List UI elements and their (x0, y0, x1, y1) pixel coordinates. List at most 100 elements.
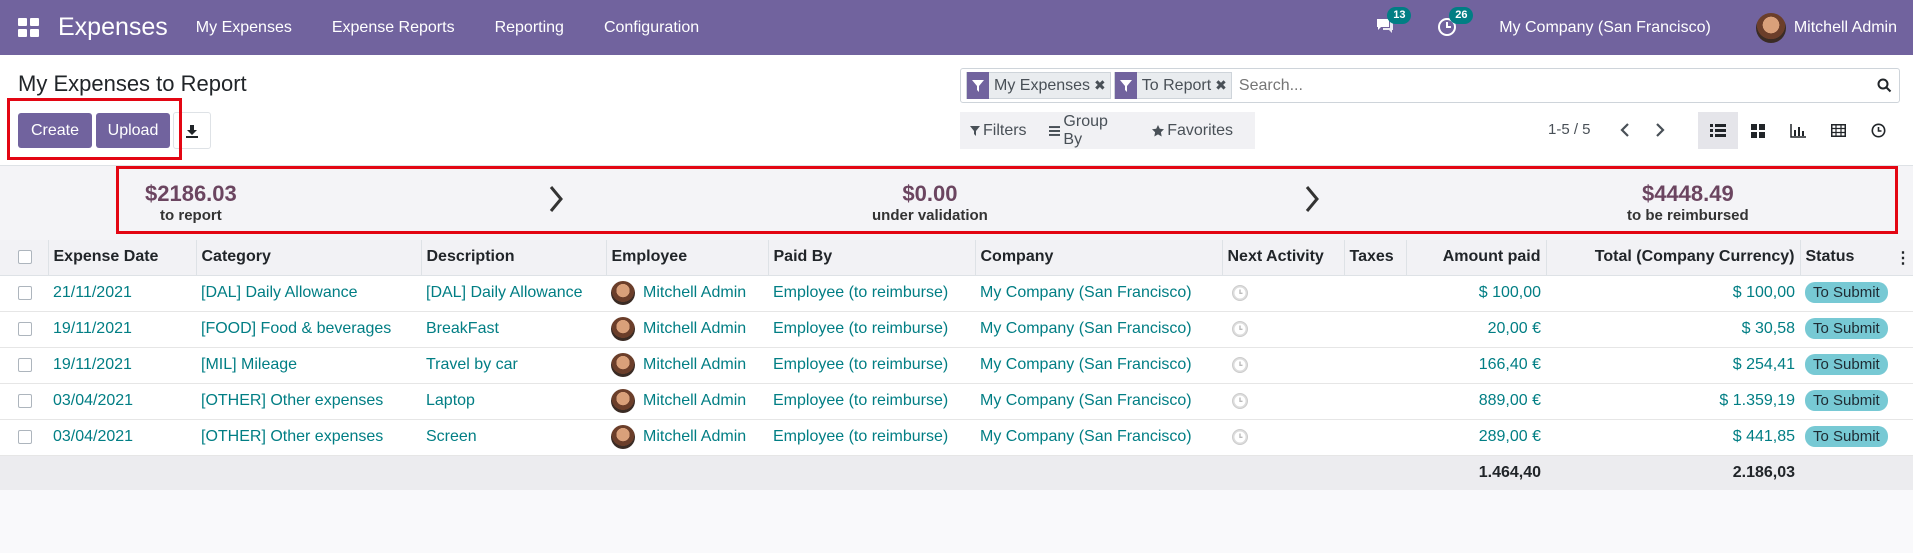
description[interactable]: Travel by car (421, 347, 606, 384)
table-row[interactable]: 19/11/2021 [FOOD] Food & beverages BreakFa… (0, 311, 1913, 348)
total-company-currency[interactable]: $ 100,00 (1546, 275, 1800, 312)
search-icon[interactable] (1869, 78, 1899, 93)
paid-by[interactable]: Employee (to reimburse) (768, 311, 975, 348)
pager-next[interactable] (1650, 120, 1670, 140)
column-header[interactable]: Taxes (1344, 240, 1407, 276)
row-checkbox[interactable] (18, 393, 32, 408)
description[interactable]: Screen (421, 419, 606, 456)
pivot-view-button[interactable] (1818, 112, 1858, 149)
column-header[interactable]: Description (421, 240, 607, 276)
next-activity[interactable] (1222, 275, 1344, 312)
expense-date[interactable]: 21/11/2021 (48, 275, 196, 312)
company[interactable]: My Company (San Francisco) (975, 275, 1222, 312)
expense-date[interactable]: 19/11/2021 (48, 311, 196, 348)
menu-configuration[interactable]: Configuration (604, 19, 699, 37)
description[interactable]: BreakFast (421, 311, 606, 348)
paid-by[interactable]: Employee (to reimburse) (768, 347, 975, 384)
messages-button[interactable]: 13 (1375, 6, 1412, 39)
row-select[interactable] (0, 383, 48, 420)
category[interactable]: [DAL] Daily Allowance (196, 275, 421, 312)
close-icon[interactable]: ✖ (1094, 77, 1106, 94)
column-header[interactable]: Next Activity (1222, 240, 1345, 276)
clock-icon[interactable] (1231, 428, 1249, 446)
company-switcher[interactable]: My Company (San Francisco) (1499, 19, 1711, 37)
filters-dropdown[interactable]: Filters (970, 122, 1027, 140)
menu-expense-reports[interactable]: Expense Reports (332, 19, 455, 37)
search-input[interactable] (1234, 76, 1869, 95)
activities-button[interactable]: 26 (1437, 6, 1474, 39)
column-header[interactable]: Company (975, 240, 1223, 276)
pager-value[interactable]: 1-5 / 5 (1548, 121, 1591, 138)
category[interactable]: [FOOD] Food & beverages (196, 311, 421, 348)
category[interactable]: [OTHER] Other expenses (196, 419, 421, 456)
select-all[interactable] (0, 240, 49, 276)
expense-date[interactable]: 03/04/2021 (48, 383, 196, 420)
select-all-checkbox[interactable] (18, 250, 32, 265)
paid-by[interactable]: Employee (to reimburse) (768, 383, 975, 420)
company[interactable]: My Company (San Francisco) (975, 419, 1222, 456)
clock-icon[interactable] (1231, 320, 1249, 338)
app-brand[interactable]: Expenses (58, 13, 168, 42)
activity-view-button[interactable] (1858, 112, 1898, 149)
column-header[interactable]: Expense Date (48, 240, 197, 276)
column-options-icon[interactable]: ⋮ (1895, 248, 1911, 268)
employee-cell[interactable]: Mitchell Admin (606, 311, 768, 348)
expense-date[interactable]: 03/04/2021 (48, 419, 196, 456)
groupby-dropdown[interactable]: Group By (1048, 113, 1131, 149)
paid-by[interactable]: Employee (to reimburse) (768, 275, 975, 312)
kanban-view-button[interactable] (1738, 112, 1778, 149)
paid-by[interactable]: Employee (to reimburse) (768, 419, 975, 456)
next-activity[interactable] (1222, 347, 1344, 384)
row-select[interactable] (0, 419, 48, 456)
graph-view-button[interactable] (1778, 112, 1818, 149)
expense-date[interactable]: 19/11/2021 (48, 347, 196, 384)
employee-cell[interactable]: Mitchell Admin (606, 347, 768, 384)
total-company-currency[interactable]: $ 30,58 (1546, 311, 1800, 348)
row-checkbox[interactable] (18, 321, 32, 336)
amount-paid[interactable]: 20,00 € (1406, 311, 1546, 348)
amount-paid[interactable]: 289,00 € (1406, 419, 1546, 456)
clock-icon[interactable] (1231, 392, 1249, 410)
menu-reporting[interactable]: Reporting (495, 19, 564, 37)
row-select[interactable] (0, 311, 48, 348)
amount-paid[interactable]: 166,40 € (1406, 347, 1546, 384)
category[interactable]: [OTHER] Other expenses (196, 383, 421, 420)
user-avatar[interactable] (1755, 12, 1786, 43)
pager-previous[interactable] (1615, 120, 1635, 140)
amount-paid[interactable]: 889,00 € (1406, 383, 1546, 420)
row-select[interactable] (0, 275, 48, 312)
next-activity[interactable] (1222, 419, 1344, 456)
list-view-button[interactable] (1698, 112, 1738, 149)
column-header[interactable]: Employee (606, 240, 769, 276)
total-company-currency[interactable]: $ 254,41 (1546, 347, 1800, 384)
company[interactable]: My Company (San Francisco) (975, 347, 1222, 384)
next-activity[interactable] (1222, 311, 1344, 348)
table-row[interactable]: 03/04/2021 [OTHER] Other expenses Screen Mi… (0, 419, 1913, 456)
column-header[interactable]: Total (Company Currency) (1546, 240, 1801, 276)
company[interactable]: My Company (San Francisco) (975, 383, 1222, 420)
clock-icon[interactable] (1231, 284, 1249, 302)
table-row[interactable]: 03/04/2021 [OTHER] Other expenses Laptop Mi… (0, 383, 1913, 420)
row-checkbox[interactable] (18, 357, 32, 372)
column-header[interactable]: Category (196, 240, 422, 276)
next-activity[interactable] (1222, 383, 1344, 420)
category[interactable]: [MIL] Mileage (196, 347, 421, 384)
employee-cell[interactable]: Mitchell Admin (606, 275, 768, 312)
employee-cell[interactable]: Mitchell Admin (606, 383, 768, 420)
row-checkbox[interactable] (18, 285, 32, 300)
company[interactable]: My Company (San Francisco) (975, 311, 1222, 348)
to-report-summary[interactable]: $2186.03 to report (145, 181, 237, 224)
to-be-reimbursed-summary[interactable]: $4448.49 to be reimbursed (1627, 181, 1749, 224)
favorites-dropdown[interactable]: Favorites (1152, 122, 1233, 140)
clock-icon[interactable] (1231, 356, 1249, 374)
column-header-status[interactable]: Status ⋮ (1800, 240, 1913, 276)
description[interactable]: [DAL] Daily Allowance (421, 275, 606, 312)
amount-paid[interactable]: $ 100,00 (1406, 275, 1546, 312)
employee-cell[interactable]: Mitchell Admin (606, 419, 768, 456)
user-menu[interactable]: Mitchell Admin (1794, 19, 1897, 37)
description[interactable]: Laptop (421, 383, 606, 420)
row-checkbox[interactable] (18, 429, 32, 444)
total-company-currency[interactable]: $ 1.359,19 (1546, 383, 1800, 420)
menu-my-expenses[interactable]: My Expenses (196, 19, 292, 37)
total-company-currency[interactable]: $ 441,85 (1546, 419, 1800, 456)
